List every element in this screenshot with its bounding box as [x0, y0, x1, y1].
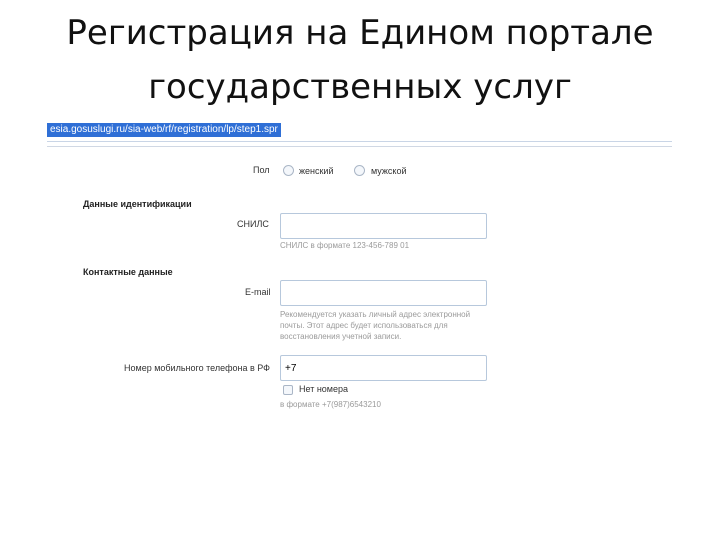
phone-hint: в формате +7(987)6543210: [280, 400, 381, 409]
slide-title: Регистрация на Едином портале государств…: [0, 6, 720, 114]
gender-male-radio[interactable]: [354, 165, 365, 176]
snils-hint: СНИЛС в формате 123-456-789 01: [280, 241, 410, 250]
identification-section-title: Данные идентификации: [83, 199, 192, 209]
phone-label: Номер мобильного телефона в РФ: [124, 363, 270, 373]
email-hint-line-3: восстановления учетной записи.: [280, 332, 402, 341]
snils-label: СНИЛС: [237, 219, 269, 229]
email-input[interactable]: [280, 280, 487, 306]
address-bar[interactable]: esia.gosuslugi.ru/sia-web/rf/registratio…: [47, 121, 672, 142]
contacts-section-title: Контактные данные: [83, 267, 173, 277]
no-number-checkbox[interactable]: [283, 385, 293, 395]
gender-female-label[interactable]: женский: [299, 166, 334, 176]
gender-female-radio[interactable]: [283, 165, 294, 176]
slide-title-line-2: государственных услуг: [148, 67, 572, 107]
registration-screenshot: esia.gosuslugi.ru/sia-web/rf/registratio…: [47, 121, 672, 418]
no-number-label[interactable]: Нет номера: [299, 384, 348, 394]
slide-title-line-1: Регистрация на Едином портале: [66, 13, 654, 53]
gender-male-label[interactable]: мужской: [371, 166, 406, 176]
email-hint-line-1: Рекомендуется указать личный адрес элект…: [280, 310, 471, 319]
gender-label: Пол: [253, 165, 270, 175]
email-label: E-mail: [245, 287, 271, 297]
email-hint-line-2: почты. Этот адрес будет использоваться д…: [280, 321, 448, 330]
address-bar-url[interactable]: esia.gosuslugi.ru/sia-web/rf/registratio…: [47, 123, 281, 137]
phone-input[interactable]: [280, 355, 487, 381]
header-divider: [47, 146, 672, 147]
snils-input[interactable]: [280, 213, 487, 239]
